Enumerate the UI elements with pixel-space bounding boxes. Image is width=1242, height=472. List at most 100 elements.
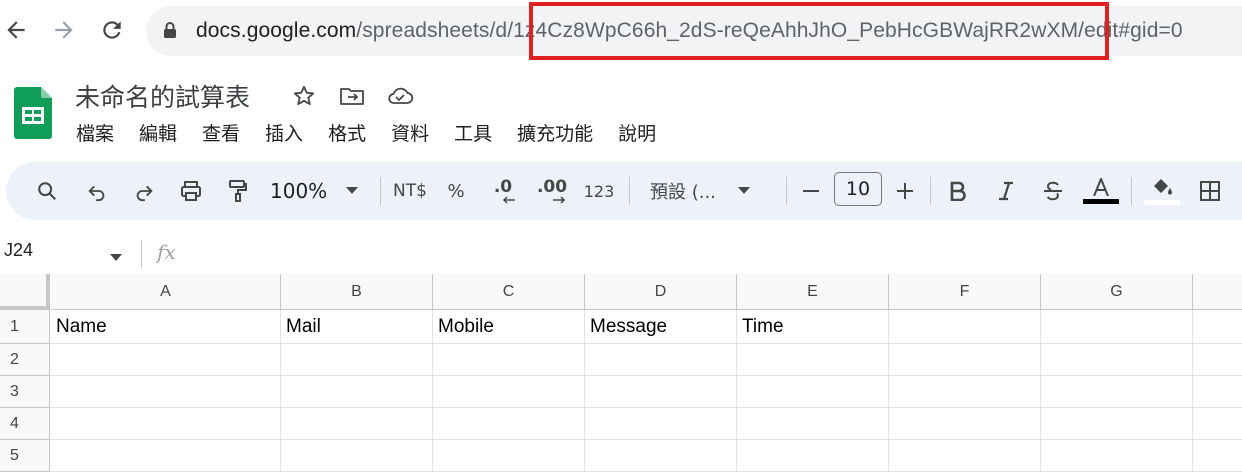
grid-cell[interactable]: [433, 376, 585, 408]
grid-cell[interactable]: [51, 440, 281, 472]
increase-font-size-button[interactable]: [892, 174, 918, 208]
move-folder-icon[interactable]: [339, 84, 365, 112]
star-icon[interactable]: [292, 84, 316, 112]
reload-button[interactable]: [96, 14, 128, 46]
cloud-saved-icon[interactable]: [386, 84, 414, 112]
column-header[interactable]: E: [737, 274, 889, 310]
grid-cell[interactable]: [281, 408, 433, 440]
column-header[interactable]: D: [585, 274, 737, 310]
grid-cell[interactable]: [433, 440, 585, 472]
name-box-dropdown-icon[interactable]: [110, 247, 122, 266]
grid-cell[interactable]: [281, 376, 433, 408]
redo-button[interactable]: [130, 174, 158, 208]
strikethrough-button[interactable]: [1040, 174, 1066, 208]
name-box[interactable]: J24: [4, 240, 33, 261]
text-color-button[interactable]: [1082, 174, 1120, 208]
menu-insert[interactable]: 插入: [265, 120, 303, 148]
menu-file[interactable]: 檔案: [76, 120, 114, 148]
menu-edit[interactable]: 編輯: [139, 120, 177, 148]
grid-cell[interactable]: [281, 440, 433, 472]
grid-cell[interactable]: [737, 376, 889, 408]
column-header-partial[interactable]: [1193, 274, 1242, 310]
grid-cell-partial[interactable]: [1193, 376, 1242, 408]
italic-button[interactable]: [993, 174, 1019, 208]
row-header[interactable]: 3: [0, 376, 50, 408]
grid-cell[interactable]: [281, 344, 433, 376]
decrease-decimal-button[interactable]: .0: [487, 174, 519, 208]
column-header[interactable]: A: [51, 274, 281, 310]
zoom-select[interactable]: 100%: [270, 174, 370, 208]
grid-cell-partial[interactable]: [1193, 344, 1242, 376]
grid-cell[interactable]: Name: [51, 310, 281, 344]
menu-format[interactable]: 格式: [328, 120, 366, 148]
grid-cell[interactable]: [51, 408, 281, 440]
grid-cell[interactable]: [585, 344, 737, 376]
column-header[interactable]: G: [1041, 274, 1193, 310]
back-arrow-icon: [7, 21, 25, 39]
menu-help[interactable]: 說明: [618, 120, 656, 148]
grid-cell[interactable]: [51, 376, 281, 408]
number-format-label: 123: [583, 181, 615, 201]
print-button[interactable]: [176, 174, 206, 208]
column-header[interactable]: F: [889, 274, 1041, 310]
sheets-logo-icon[interactable]: [14, 87, 52, 143]
lock-icon[interactable]: [163, 21, 177, 43]
row-header[interactable]: 1: [0, 310, 50, 344]
grid-cell-partial[interactable]: [1193, 310, 1242, 344]
fill-color-button[interactable]: [1143, 174, 1181, 208]
grid-cell[interactable]: [889, 376, 1041, 408]
increase-decimal-button[interactable]: .00: [535, 174, 569, 208]
row-header[interactable]: 2: [0, 344, 50, 376]
font-select[interactable]: 預設 (...: [650, 174, 768, 208]
currency-format-button[interactable]: NT$: [389, 174, 431, 208]
grid-cell[interactable]: [737, 440, 889, 472]
grid-cell-partial[interactable]: [1193, 408, 1242, 440]
column-header[interactable]: B: [281, 274, 433, 310]
grid-cell[interactable]: Mobile: [433, 310, 585, 344]
grid-cell[interactable]: Mail: [281, 310, 433, 344]
row-header[interactable]: 4: [0, 408, 50, 440]
grid-cell[interactable]: [889, 344, 1041, 376]
grid-cell[interactable]: [51, 344, 281, 376]
grid-cell[interactable]: [737, 344, 889, 376]
grid-cell[interactable]: [1041, 440, 1193, 472]
paint-format-button[interactable]: [223, 174, 253, 208]
grid-cell[interactable]: [585, 440, 737, 472]
undo-button[interactable]: [83, 174, 111, 208]
menu-extensions[interactable]: 擴充功能: [517, 120, 593, 148]
text-color-swatch: [1083, 199, 1119, 204]
decrease-font-size-button[interactable]: [798, 174, 824, 208]
grid-cell[interactable]: [889, 440, 1041, 472]
font-size-input[interactable]: 10: [834, 172, 882, 206]
percent-format-button[interactable]: %: [444, 174, 468, 208]
grid-cell-partial[interactable]: [1193, 440, 1242, 472]
number-format-button[interactable]: 123: [583, 174, 615, 208]
borders-button[interactable]: [1197, 174, 1223, 208]
grid-cell[interactable]: [585, 408, 737, 440]
minus-icon: [803, 190, 819, 192]
grid-cell[interactable]: [737, 408, 889, 440]
column-header[interactable]: C: [433, 274, 585, 310]
search-menus-button[interactable]: [32, 174, 62, 208]
row-header[interactable]: 5: [0, 440, 50, 472]
document-title[interactable]: 未命名的試算表: [75, 78, 250, 114]
formula-input[interactable]: [190, 238, 1230, 268]
menu-data[interactable]: 資料: [391, 120, 429, 148]
grid-cell[interactable]: [433, 344, 585, 376]
grid-cell[interactable]: Message: [585, 310, 737, 344]
select-all-corner[interactable]: [0, 274, 50, 310]
menu-tools[interactable]: 工具: [454, 120, 492, 148]
grid-cell[interactable]: [585, 376, 737, 408]
grid-cell[interactable]: [433, 408, 585, 440]
bold-button[interactable]: [945, 174, 971, 208]
menu-view[interactable]: 查看: [202, 120, 240, 148]
forward-button[interactable]: [48, 14, 80, 46]
grid-cell[interactable]: [889, 408, 1041, 440]
grid-cell[interactable]: [1041, 310, 1193, 344]
grid-cell[interactable]: [1041, 376, 1193, 408]
grid-cell[interactable]: [889, 310, 1041, 344]
grid-cell[interactable]: Time: [737, 310, 889, 344]
back-button[interactable]: [0, 14, 32, 46]
grid-cell[interactable]: [1041, 344, 1193, 376]
grid-cell[interactable]: [1041, 408, 1193, 440]
